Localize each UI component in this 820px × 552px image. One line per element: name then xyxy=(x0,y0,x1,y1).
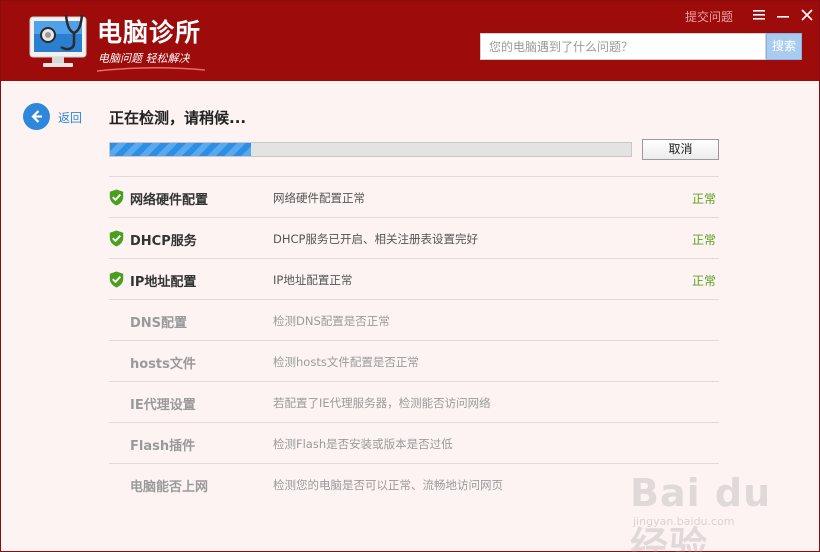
app-title: 电脑诊所 xyxy=(97,18,202,47)
check-description: 若配置了IE代理服务器，检测能否访问网络 xyxy=(273,396,491,410)
back-link[interactable]: 返回 xyxy=(58,109,82,126)
watermark-logo: Bai du 经验 xyxy=(630,471,772,552)
search-button[interactable]: 搜索 xyxy=(766,33,802,60)
minimize-icon[interactable] xyxy=(773,5,793,25)
watermark-url: jingyan.baidu.com xyxy=(633,515,735,528)
header-bar: 电脑诊所 电脑问题 轻松解决 提交问题 搜索 xyxy=(1,1,819,81)
menu-icon[interactable] xyxy=(749,5,769,25)
check-list: 网络硬件配置 网络硬件配置正常 正常 DHCP服务 DHCP服务已开启、相关注册表设置完… xyxy=(109,176,719,504)
check-row: IP地址配置 IP地址配置正常 正常 xyxy=(109,258,719,299)
check-description: IP地址配置正常 xyxy=(273,273,353,287)
check-description: 检测DNS配置是否正常 xyxy=(273,314,390,328)
scan-status-title: 正在检测，请稍候... xyxy=(109,109,247,127)
shield-check-icon xyxy=(109,271,124,288)
swoosh-decoration xyxy=(96,66,206,72)
check-name: 电脑能否上网 xyxy=(130,480,209,495)
check-result: 正常 xyxy=(691,233,716,247)
check-name: Flash插件 xyxy=(130,439,196,454)
check-description: 检测hosts文件配置是否正常 xyxy=(273,355,419,369)
check-row: IE代理设置 若配置了IE代理服务器，检测能否访问网络 xyxy=(109,381,719,422)
close-icon[interactable] xyxy=(797,5,817,25)
check-name: 网络硬件配置 xyxy=(130,193,209,208)
submit-question-link[interactable]: 提交问题 xyxy=(685,8,733,25)
app-subtitle: 电脑问题 轻松解决 xyxy=(98,52,190,65)
check-name: DNS配置 xyxy=(130,316,188,331)
check-row: hosts文件 检测hosts文件配置是否正常 xyxy=(109,340,719,381)
clinic-logo-icon xyxy=(27,13,89,69)
cancel-button[interactable]: 取消 xyxy=(642,139,719,160)
scan-progress-fill xyxy=(110,143,251,156)
scan-progress-bar xyxy=(109,142,632,157)
check-row: 网络硬件配置 网络硬件配置正常 正常 xyxy=(109,176,719,217)
shield-check-icon xyxy=(109,230,124,247)
back-arrow-icon[interactable] xyxy=(23,103,50,130)
search-input[interactable] xyxy=(480,33,766,60)
check-row: 电脑能否上网 检测您的电脑是否可以正常、流畅地访问网页 xyxy=(109,463,719,504)
check-row: Flash插件 检测Flash是否安装或版本是否过低 xyxy=(109,422,719,463)
check-result: 正常 xyxy=(691,274,716,288)
check-description: DHCP服务已开启、相关注册表设置完好 xyxy=(273,232,478,246)
check-name: IE代理设置 xyxy=(130,398,196,413)
check-result: 正常 xyxy=(691,192,716,206)
check-name: DHCP服务 xyxy=(130,234,197,249)
check-name: IP地址配置 xyxy=(130,275,197,290)
shield-check-icon xyxy=(109,189,124,206)
check-row: DNS配置 检测DNS配置是否正常 xyxy=(109,299,719,340)
app-window: 电脑诊所 电脑问题 轻松解决 提交问题 搜索 xyxy=(0,0,820,552)
check-description: 检测Flash是否安装或版本是否过低 xyxy=(273,437,453,451)
check-name: hosts文件 xyxy=(130,357,196,372)
check-row: DHCP服务 DHCP服务已开启、相关注册表设置完好 正常 xyxy=(109,217,719,258)
check-description: 网络硬件配置正常 xyxy=(273,191,365,205)
check-description: 检测您的电脑是否可以正常、流畅地访问网页 xyxy=(273,478,503,492)
